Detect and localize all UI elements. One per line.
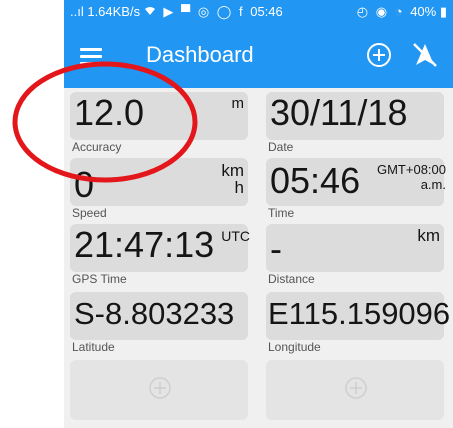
longitude-card[interactable]: E115.159096 Longitude: [264, 290, 450, 356]
accuracy-unit: m: [231, 95, 245, 112]
time-value: 05:46: [270, 160, 361, 201]
longitude-label: Longitude: [268, 340, 321, 354]
distance-unit: km: [417, 226, 440, 245]
wifi-icon: [144, 4, 160, 19]
time-label: Time: [268, 206, 295, 220]
speed-label: Speed: [72, 206, 107, 220]
menu-button[interactable]: [78, 42, 106, 70]
settings-icon: ◎: [197, 4, 210, 19]
speed-card[interactable]: 0 km h Speed: [68, 156, 254, 222]
gps-time-label: GPS Time: [72, 272, 127, 286]
add-circle-icon: [367, 43, 391, 67]
speed-value: 0: [74, 164, 95, 205]
cast-icon: ▶: [163, 4, 174, 19]
status-bar: ..ıl 1.64KB/s ▶ ▀ ◎ ◯ f 05:46 ◴ ◉ ◔ 40% …: [64, 0, 453, 24]
timer-icon: ◔: [394, 4, 403, 19]
time-unit: GMT+08:00 a.m.: [377, 162, 446, 192]
add-circle-icon: [345, 377, 367, 399]
time-zone: GMT+08:00: [376, 162, 446, 177]
page-title: Dashboard: [146, 42, 254, 67]
date-label: Date: [268, 140, 294, 154]
time-ampm: a.m.: [420, 177, 446, 192]
time-card[interactable]: 05:46 GMT+08:00 a.m. Time: [264, 156, 450, 222]
battery-percent: 40%: [410, 4, 437, 19]
date-card[interactable]: 30/11/18 Date: [264, 90, 450, 156]
gps-time-value: 21:47:13: [74, 224, 215, 265]
phone-screen: ..ıl 1.64KB/s ▶ ▀ ◎ ◯ f 05:46 ◴ ◉ ◔ 40% …: [64, 0, 453, 428]
empty-slot-left[interactable]: [68, 358, 254, 424]
battery-charging-icon: ▮: [439, 4, 447, 19]
latitude-label: Latitude: [72, 340, 115, 354]
speed-unit-bottom: h: [234, 178, 244, 197]
latitude-card[interactable]: S-8.803233 Latitude: [68, 290, 254, 356]
empty-slot-right[interactable]: [264, 358, 450, 424]
distance-value: -: [270, 228, 282, 269]
accuracy-card[interactable]: 12.0 m Accuracy: [68, 90, 254, 156]
accuracy-value: 12.0: [74, 92, 145, 133]
message-icon: ▀: [180, 4, 191, 19]
add-button[interactable]: [364, 40, 394, 70]
speed-unit: km h: [221, 162, 244, 196]
alarm-icon: ◴: [356, 4, 369, 19]
distance-label: Distance: [268, 272, 315, 286]
network-speed: ..ıl 1.64KB/s: [70, 4, 141, 19]
gps-time-unit: UTC: [221, 228, 250, 244]
navigation-button[interactable]: [408, 38, 442, 72]
accuracy-label: Accuracy: [72, 140, 122, 154]
speed-unit-top: km: [221, 161, 244, 180]
whatsapp-icon: ◯: [216, 4, 232, 19]
clock: 05:46: [250, 4, 283, 19]
longitude-value: E115.159096: [268, 296, 451, 331]
latitude-value: S-8.803233: [74, 296, 235, 331]
app-bar: Dashboard: [64, 24, 453, 88]
eye-icon: ◉: [375, 4, 388, 19]
distance-card[interactable]: - km Distance: [264, 222, 450, 288]
gps-time-card[interactable]: 21:47:13 UTC GPS Time: [68, 222, 254, 288]
add-circle-icon: [149, 377, 171, 399]
date-value: 30/11/18: [270, 92, 408, 133]
facebook-icon: f: [238, 4, 243, 19]
location-off-icon: [413, 43, 437, 67]
